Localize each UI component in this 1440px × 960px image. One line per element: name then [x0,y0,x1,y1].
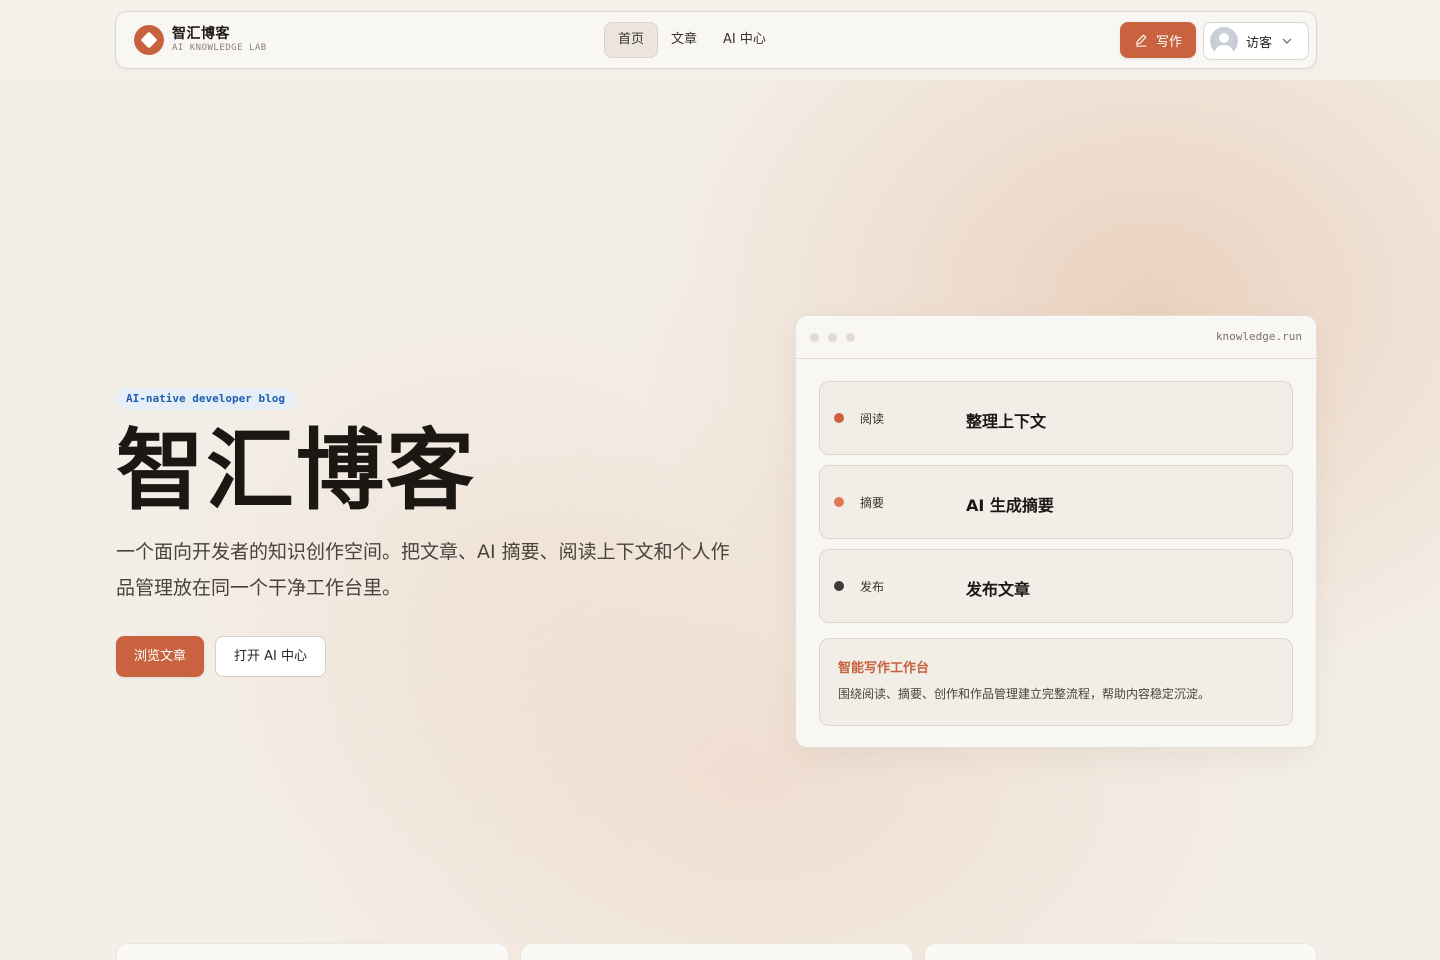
feature-card[interactable] [924,943,1317,960]
step-read[interactable]: 阅读 整理上下文 [819,381,1293,455]
workbench-note: 智能写作工作台 围绕阅读、摘要、创作和作品管理建立完整流程，帮助内容稳定沉淀。 [819,638,1293,726]
status-dot-icon [834,497,844,507]
tab-ai-center[interactable]: AI 中心 [710,22,779,58]
write-button-label: 写作 [1155,34,1182,50]
user-label: 访客 [1246,35,1273,51]
workflow-panel: knowledge.run 阅读 整理上下文 摘要 AI 生成摘要 发布 发布文… [795,315,1317,748]
panel-header: knowledge.run [796,316,1316,359]
pen-icon [1135,34,1147,47]
chevron-down-icon [1282,38,1292,44]
user-menu-button[interactable]: 访客 [1203,22,1309,60]
tab-home[interactable]: 首页 [604,22,659,58]
hero-title: 智汇博客 [116,418,477,522]
note-title: 智能写作工作台 [838,661,930,676]
hero-description: 一个面向开发者的知识创作空间。把文章、AI 摘要、阅读上下文和个人作品管理放在同… [116,541,730,599]
step-title: AI 生成摘要 [966,496,1054,515]
navbar: 智汇博客 AI KNOWLEDGE LAB 首页 文章 AI 中心 写作 访客 [115,11,1317,69]
window-dot-icon [846,333,855,342]
step-summary[interactable]: 摘要 AI 生成摘要 [819,465,1293,539]
panel-url: knowledge.run [1215,330,1302,343]
step-title: 发布文章 [966,580,1031,599]
window-dot-icon [810,333,819,342]
tagline-badge: AI-native developer blog [116,388,295,410]
window-dot-icon [828,333,837,342]
step-label: 发布 [860,580,885,594]
main-nav: 首页 文章 AI 中心 [604,22,779,58]
step-label: 阅读 [860,412,885,426]
status-dot-icon [834,581,844,591]
browse-articles-button[interactable]: 浏览文章 [116,636,204,677]
feature-card[interactable] [116,943,509,960]
note-text: 围绕阅读、摘要、创作和作品管理建立完整流程，帮助内容稳定沉淀。 [838,687,1211,701]
status-dot-icon [834,413,844,423]
step-title: 整理上下文 [966,412,1047,431]
step-label: 摘要 [860,496,885,510]
logo-icon[interactable] [134,25,164,55]
avatar-icon [1210,27,1238,55]
open-ai-center-button[interactable]: 打开 AI 中心 [215,636,326,677]
write-button[interactable]: 写作 [1120,22,1196,58]
step-publish[interactable]: 发布 发布文章 [819,549,1293,623]
feature-card[interactable] [520,943,913,960]
brand-subtitle: AI KNOWLEDGE LAB [172,43,267,53]
brand-title[interactable]: 智汇博客 [172,23,230,43]
tab-articles[interactable]: 文章 [658,22,710,58]
